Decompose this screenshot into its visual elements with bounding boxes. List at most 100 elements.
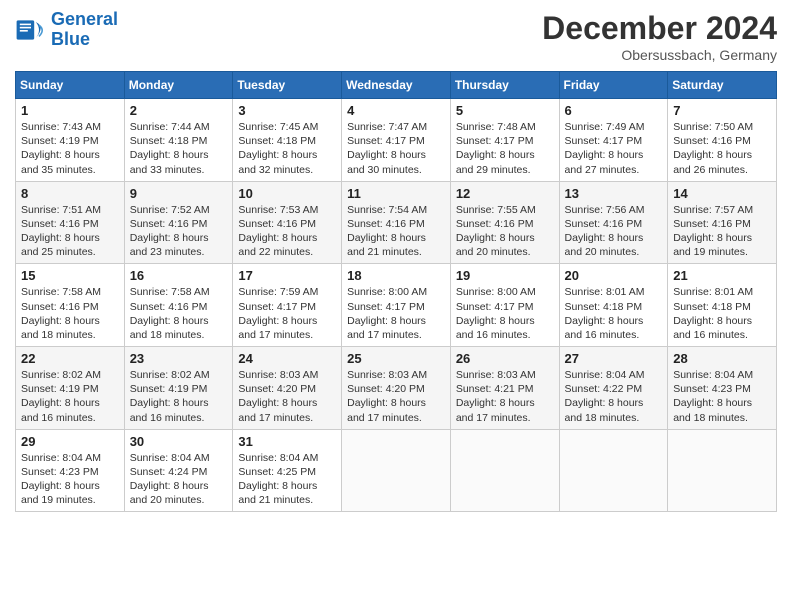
calendar-day-cell: 13 Sunrise: 7:56 AM Sunset: 4:16 PM Dayl…	[559, 181, 668, 264]
day-number: 9	[130, 186, 228, 201]
day-info: Sunrise: 7:48 AM Sunset: 4:17 PM Dayligh…	[456, 120, 554, 177]
calendar-day-cell	[342, 429, 451, 512]
day-info: Sunrise: 7:47 AM Sunset: 4:17 PM Dayligh…	[347, 120, 445, 177]
calendar-day-cell: 20 Sunrise: 8:01 AM Sunset: 4:18 PM Dayl…	[559, 264, 668, 347]
calendar-day-cell: 9 Sunrise: 7:52 AM Sunset: 4:16 PM Dayli…	[124, 181, 233, 264]
calendar-day-cell: 3 Sunrise: 7:45 AM Sunset: 4:18 PM Dayli…	[233, 99, 342, 182]
day-number: 10	[238, 186, 336, 201]
day-info: Sunrise: 8:01 AM Sunset: 4:18 PM Dayligh…	[565, 285, 663, 342]
day-info: Sunrise: 7:58 AM Sunset: 4:16 PM Dayligh…	[21, 285, 119, 342]
day-number: 14	[673, 186, 771, 201]
day-info: Sunrise: 8:03 AM Sunset: 4:21 PM Dayligh…	[456, 368, 554, 425]
day-number: 26	[456, 351, 554, 366]
day-number: 27	[565, 351, 663, 366]
day-info: Sunrise: 7:59 AM Sunset: 4:17 PM Dayligh…	[238, 285, 336, 342]
calendar-day-cell: 30 Sunrise: 8:04 AM Sunset: 4:24 PM Dayl…	[124, 429, 233, 512]
day-number: 6	[565, 103, 663, 118]
calendar-day-cell: 17 Sunrise: 7:59 AM Sunset: 4:17 PM Dayl…	[233, 264, 342, 347]
day-number: 8	[21, 186, 119, 201]
day-info: Sunrise: 7:44 AM Sunset: 4:18 PM Dayligh…	[130, 120, 228, 177]
day-info: Sunrise: 7:49 AM Sunset: 4:17 PM Dayligh…	[565, 120, 663, 177]
day-info: Sunrise: 8:04 AM Sunset: 4:23 PM Dayligh…	[21, 451, 119, 508]
day-info: Sunrise: 7:54 AM Sunset: 4:16 PM Dayligh…	[347, 203, 445, 260]
page-header: General Blue December 2024 Obersussbach,…	[15, 10, 777, 63]
day-info: Sunrise: 7:45 AM Sunset: 4:18 PM Dayligh…	[238, 120, 336, 177]
day-number: 21	[673, 268, 771, 283]
calendar-table: SundayMondayTuesdayWednesdayThursdayFrid…	[15, 71, 777, 512]
day-number: 30	[130, 434, 228, 449]
day-number: 25	[347, 351, 445, 366]
day-info: Sunrise: 7:50 AM Sunset: 4:16 PM Dayligh…	[673, 120, 771, 177]
calendar-day-cell: 23 Sunrise: 8:02 AM Sunset: 4:19 PM Dayl…	[124, 347, 233, 430]
day-number: 16	[130, 268, 228, 283]
day-info: Sunrise: 7:58 AM Sunset: 4:16 PM Dayligh…	[130, 285, 228, 342]
calendar-week-row: 8 Sunrise: 7:51 AM Sunset: 4:16 PM Dayli…	[16, 181, 777, 264]
day-number: 24	[238, 351, 336, 366]
day-number: 15	[21, 268, 119, 283]
day-number: 18	[347, 268, 445, 283]
day-info: Sunrise: 8:03 AM Sunset: 4:20 PM Dayligh…	[347, 368, 445, 425]
day-info: Sunrise: 8:04 AM Sunset: 4:25 PM Dayligh…	[238, 451, 336, 508]
day-info: Sunrise: 8:04 AM Sunset: 4:23 PM Dayligh…	[673, 368, 771, 425]
day-info: Sunrise: 7:56 AM Sunset: 4:16 PM Dayligh…	[565, 203, 663, 260]
day-info: Sunrise: 7:43 AM Sunset: 4:19 PM Dayligh…	[21, 120, 119, 177]
day-number: 11	[347, 186, 445, 201]
calendar-day-cell: 14 Sunrise: 7:57 AM Sunset: 4:16 PM Dayl…	[668, 181, 777, 264]
day-number: 7	[673, 103, 771, 118]
day-info: Sunrise: 7:52 AM Sunset: 4:16 PM Dayligh…	[130, 203, 228, 260]
day-number: 28	[673, 351, 771, 366]
day-number: 12	[456, 186, 554, 201]
calendar-week-row: 29 Sunrise: 8:04 AM Sunset: 4:23 PM Dayl…	[16, 429, 777, 512]
calendar-day-cell: 11 Sunrise: 7:54 AM Sunset: 4:16 PM Dayl…	[342, 181, 451, 264]
calendar-week-row: 15 Sunrise: 7:58 AM Sunset: 4:16 PM Dayl…	[16, 264, 777, 347]
month-title: December 2024	[542, 10, 777, 47]
weekday-header-cell: Wednesday	[342, 72, 451, 99]
calendar-day-cell: 7 Sunrise: 7:50 AM Sunset: 4:16 PM Dayli…	[668, 99, 777, 182]
day-info: Sunrise: 7:57 AM Sunset: 4:16 PM Dayligh…	[673, 203, 771, 260]
day-number: 17	[238, 268, 336, 283]
day-info: Sunrise: 7:55 AM Sunset: 4:16 PM Dayligh…	[456, 203, 554, 260]
day-info: Sunrise: 8:01 AM Sunset: 4:18 PM Dayligh…	[673, 285, 771, 342]
calendar-day-cell: 16 Sunrise: 7:58 AM Sunset: 4:16 PM Dayl…	[124, 264, 233, 347]
calendar-day-cell: 22 Sunrise: 8:02 AM Sunset: 4:19 PM Dayl…	[16, 347, 125, 430]
day-number: 22	[21, 351, 119, 366]
calendar-day-cell: 21 Sunrise: 8:01 AM Sunset: 4:18 PM Dayl…	[668, 264, 777, 347]
day-info: Sunrise: 8:00 AM Sunset: 4:17 PM Dayligh…	[456, 285, 554, 342]
title-area: December 2024 Obersussbach, Germany	[542, 10, 777, 63]
day-number: 31	[238, 434, 336, 449]
calendar-day-cell: 18 Sunrise: 8:00 AM Sunset: 4:17 PM Dayl…	[342, 264, 451, 347]
logo-text: General Blue	[51, 10, 118, 50]
calendar-day-cell: 26 Sunrise: 8:03 AM Sunset: 4:21 PM Dayl…	[450, 347, 559, 430]
day-number: 1	[21, 103, 119, 118]
day-number: 4	[347, 103, 445, 118]
calendar-day-cell: 12 Sunrise: 7:55 AM Sunset: 4:16 PM Dayl…	[450, 181, 559, 264]
weekday-header-cell: Sunday	[16, 72, 125, 99]
day-number: 3	[238, 103, 336, 118]
calendar-day-cell: 29 Sunrise: 8:04 AM Sunset: 4:23 PM Dayl…	[16, 429, 125, 512]
calendar-day-cell: 27 Sunrise: 8:04 AM Sunset: 4:22 PM Dayl…	[559, 347, 668, 430]
day-info: Sunrise: 7:53 AM Sunset: 4:16 PM Dayligh…	[238, 203, 336, 260]
calendar-day-cell: 19 Sunrise: 8:00 AM Sunset: 4:17 PM Dayl…	[450, 264, 559, 347]
day-info: Sunrise: 8:04 AM Sunset: 4:22 PM Dayligh…	[565, 368, 663, 425]
calendar-day-cell: 31 Sunrise: 8:04 AM Sunset: 4:25 PM Dayl…	[233, 429, 342, 512]
calendar-day-cell	[559, 429, 668, 512]
day-number: 20	[565, 268, 663, 283]
day-number: 13	[565, 186, 663, 201]
day-info: Sunrise: 8:00 AM Sunset: 4:17 PM Dayligh…	[347, 285, 445, 342]
day-info: Sunrise: 8:04 AM Sunset: 4:24 PM Dayligh…	[130, 451, 228, 508]
logo: General Blue	[15, 10, 118, 50]
weekday-header-cell: Tuesday	[233, 72, 342, 99]
day-number: 29	[21, 434, 119, 449]
day-info: Sunrise: 8:02 AM Sunset: 4:19 PM Dayligh…	[130, 368, 228, 425]
calendar-day-cell: 5 Sunrise: 7:48 AM Sunset: 4:17 PM Dayli…	[450, 99, 559, 182]
calendar-day-cell: 6 Sunrise: 7:49 AM Sunset: 4:17 PM Dayli…	[559, 99, 668, 182]
weekday-header-cell: Monday	[124, 72, 233, 99]
calendar-day-cell	[668, 429, 777, 512]
day-number: 23	[130, 351, 228, 366]
calendar-day-cell: 28 Sunrise: 8:04 AM Sunset: 4:23 PM Dayl…	[668, 347, 777, 430]
day-number: 2	[130, 103, 228, 118]
calendar-day-cell: 4 Sunrise: 7:47 AM Sunset: 4:17 PM Dayli…	[342, 99, 451, 182]
calendar-day-cell: 8 Sunrise: 7:51 AM Sunset: 4:16 PM Dayli…	[16, 181, 125, 264]
calendar-day-cell: 24 Sunrise: 8:03 AM Sunset: 4:20 PM Dayl…	[233, 347, 342, 430]
page-container: General Blue December 2024 Obersussbach,…	[0, 0, 792, 522]
